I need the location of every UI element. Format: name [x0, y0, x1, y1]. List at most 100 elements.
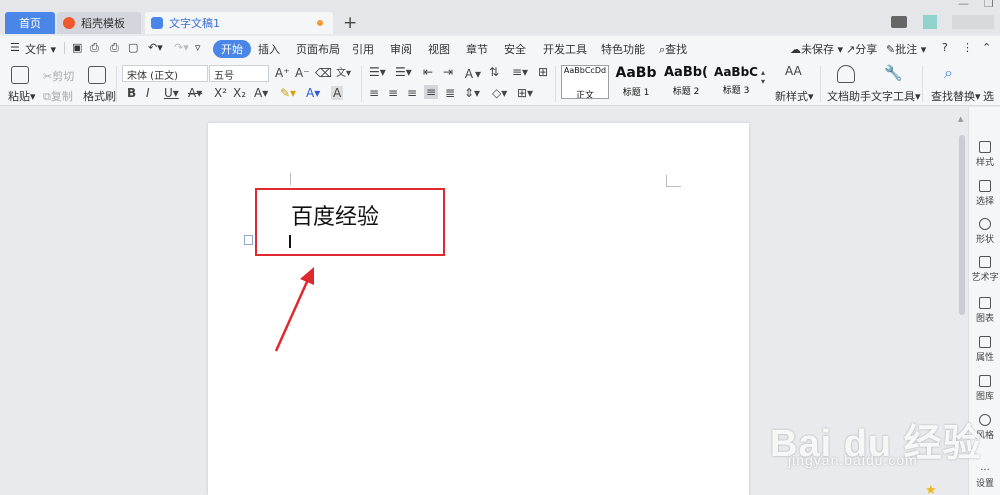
menu-tab-view[interactable]: 视图: [428, 41, 450, 57]
divider: [64, 42, 65, 54]
underline-icon[interactable]: U▾: [164, 86, 179, 100]
annotate-button[interactable]: ✎批注 ▾: [886, 41, 926, 57]
font-color-icon[interactable]: A▾: [306, 86, 320, 100]
cut-button[interactable]: ✂剪切: [43, 68, 74, 84]
search-menu[interactable]: ⌕查找: [659, 41, 687, 57]
paragraph-spacing-icon[interactable]: ⇕▾: [464, 86, 480, 100]
doc-assistant-button[interactable]: 文档助手: [827, 88, 871, 104]
paste-button[interactable]: 粘贴▾: [8, 88, 36, 104]
highlight-icon[interactable]: ✎▾: [280, 86, 296, 100]
pane-properties[interactable]: 属性: [969, 336, 1000, 363]
clear-format-icon[interactable]: ⌫: [315, 66, 332, 80]
share-button[interactable]: ↗分享: [846, 41, 877, 57]
paragraph-marker-icon[interactable]: [244, 235, 253, 245]
pane-styles[interactable]: 样式: [969, 141, 1000, 168]
style-heading-2[interactable]: AaBb(标题 2: [662, 65, 710, 99]
pane-wordart[interactable]: 艺术字: [969, 256, 1000, 283]
pane-shapes[interactable]: 形状: [969, 218, 1000, 245]
wordart-icon: [979, 256, 991, 268]
menu-tab-developer[interactable]: 开发工具: [543, 41, 587, 57]
strikethrough-icon[interactable]: A▾: [188, 86, 202, 100]
new-style-button[interactable]: 新样式▾: [775, 88, 814, 104]
bold-icon[interactable]: B: [127, 86, 136, 100]
skin-icon[interactable]: [923, 15, 937, 29]
menu-bar: ☰ 文件 ▾ ▣ ⎙ ⎙ ▢ ↶▾ ↷▾ ▿ 开始 插入 页面布局 引用 审阅 …: [0, 36, 1000, 60]
pane-settings[interactable]: ··· 设置: [969, 465, 1000, 489]
scroll-up-icon[interactable]: ▲: [958, 115, 963, 123]
save-icon[interactable]: ▣: [72, 41, 82, 54]
new-tab-button[interactable]: +: [343, 13, 357, 33]
copy-button[interactable]: ⧉复制: [43, 88, 73, 104]
char-shading-icon[interactable]: A: [331, 86, 344, 100]
style-heading-3-sample: AaBbC: [714, 65, 758, 79]
show-marks-icon[interactable]: ⊞: [538, 65, 548, 79]
align-center-icon[interactable]: ≡: [388, 86, 398, 100]
justify-icon[interactable]: ≡: [424, 85, 439, 99]
pane-select[interactable]: 选择: [969, 180, 1000, 207]
find-replace-button[interactable]: 查找替换▾: [931, 88, 981, 104]
menu-tab-chapter[interactable]: 章节: [466, 41, 488, 57]
menu-tab-security[interactable]: 安全: [504, 41, 526, 57]
tab-home[interactable]: 首页: [5, 12, 55, 34]
user-account-area[interactable]: [952, 15, 994, 29]
more-button[interactable]: ⋮: [962, 41, 973, 54]
redo-icon[interactable]: ↷▾: [174, 41, 189, 54]
grow-font-icon[interactable]: A⁺: [275, 66, 290, 80]
restore-button[interactable]: ❐: [984, 0, 994, 10]
pane-chart[interactable]: 图表: [969, 297, 1000, 324]
select-button[interactable]: 选: [983, 88, 994, 104]
print-icon[interactable]: ⎙: [110, 41, 119, 55]
file-menu[interactable]: 文件 ▾: [25, 41, 56, 57]
window-layout-icon[interactable]: [891, 16, 907, 28]
menu-tab-start[interactable]: 开始: [213, 40, 251, 58]
bullet-list-icon[interactable]: ☰▾: [369, 65, 386, 79]
menu-tab-insert[interactable]: 插入: [258, 41, 280, 57]
distributed-icon[interactable]: ≣: [445, 86, 455, 100]
superscript-icon[interactable]: X²: [214, 86, 227, 100]
numbered-list-icon[interactable]: ☰▾: [395, 65, 412, 79]
text-effect-icon[interactable]: A▾: [254, 86, 268, 100]
undo-icon[interactable]: ↶▾: [148, 41, 163, 54]
scroll-thumb[interactable]: [959, 135, 965, 315]
font-size-select[interactable]: 五号: [209, 65, 269, 82]
format-painter-button[interactable]: 格式刷: [83, 88, 116, 104]
subscript-icon[interactable]: X₂: [233, 86, 246, 100]
align-right-icon[interactable]: ≡: [407, 86, 417, 100]
style-heading-2-label: 标题 2: [672, 87, 700, 97]
tab-document[interactable]: 文字文稿1: [145, 12, 333, 34]
style-normal[interactable]: AaBbCcDd 正文: [561, 65, 609, 99]
style-heading-1[interactable]: AaBb 标题 1: [612, 65, 660, 99]
shading-icon[interactable]: ◇▾: [492, 86, 507, 100]
export-pdf-icon[interactable]: ⎙: [90, 41, 99, 55]
menu-tab-page-layout[interactable]: 页面布局: [296, 41, 340, 57]
styles-scroll-icon[interactable]: ▴ ▾: [761, 68, 765, 86]
hamburger-icon[interactable]: ☰: [10, 41, 20, 54]
borders-icon[interactable]: ⊞▾: [517, 86, 533, 100]
line-spacing-icon[interactable]: ≡▾: [512, 65, 528, 79]
collapse-ribbon-icon[interactable]: ⌃: [982, 41, 991, 54]
unsaved-menu[interactable]: ☁未保存 ▾: [790, 41, 843, 57]
star-icon: ★: [925, 483, 937, 495]
decrease-indent-icon[interactable]: ⇤: [423, 65, 433, 79]
style-normal-sample: AaBbCcDd: [563, 66, 607, 75]
text-direction-icon[interactable]: Ａ▾: [463, 65, 481, 82]
pane-gallery[interactable]: 图库: [969, 375, 1000, 402]
minimize-button[interactable]: —: [958, 0, 969, 10]
format-painter-icon: [88, 66, 106, 84]
sort-icon[interactable]: ⇅: [489, 65, 499, 79]
menu-tab-references[interactable]: 引用: [352, 41, 374, 57]
italic-icon[interactable]: I: [146, 86, 150, 100]
font-name-select[interactable]: 宋体 (正文): [122, 65, 208, 82]
help-button[interactable]: ?: [942, 41, 948, 54]
shrink-font-icon[interactable]: A⁻: [295, 66, 310, 80]
pinyin-guide-icon[interactable]: 文▾: [336, 64, 351, 79]
align-left-icon[interactable]: ≡: [369, 86, 379, 100]
tab-templates[interactable]: 稻壳模板: [57, 12, 141, 34]
menu-tab-review[interactable]: 审阅: [390, 41, 412, 57]
print-preview-icon[interactable]: ▢: [128, 41, 138, 54]
quick-access-dropdown-icon[interactable]: ▿: [195, 41, 201, 54]
text-tools-button[interactable]: 文字工具▾: [871, 88, 921, 104]
menu-tab-features[interactable]: 特色功能: [601, 41, 645, 57]
style-heading-3[interactable]: AaBbC 标题 3: [712, 65, 760, 99]
increase-indent-icon[interactable]: ⇥: [443, 65, 453, 79]
